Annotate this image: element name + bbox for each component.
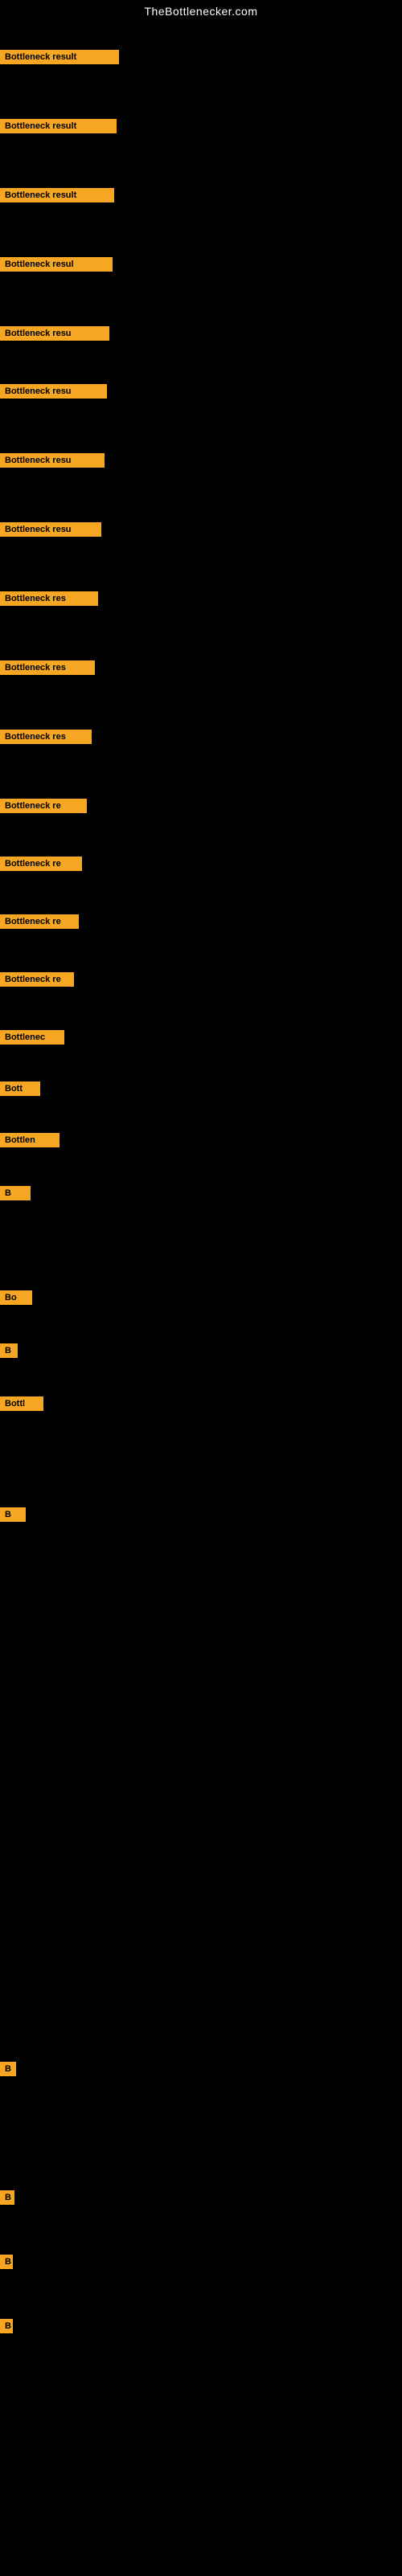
bottleneck-result-bar: B bbox=[0, 1343, 18, 1358]
bottleneck-result-bar: Bottleneck re bbox=[0, 972, 74, 987]
bottleneck-result-bar: Bottleneck res bbox=[0, 591, 98, 606]
site-title: TheBottlenecker.com bbox=[0, 0, 402, 21]
bottleneck-result-bar: Bottleneck resu bbox=[0, 326, 109, 341]
bottleneck-result-bar: Bottleneck resu bbox=[0, 453, 105, 468]
bottleneck-result-bar: B bbox=[0, 2319, 13, 2333]
bottleneck-result-bar: B bbox=[0, 2190, 14, 2205]
bottleneck-result-bar: Bottleneck re bbox=[0, 799, 87, 813]
bottleneck-result-bar: B bbox=[0, 2255, 13, 2269]
bottleneck-result-bar: Bottleneck re bbox=[0, 857, 82, 871]
bottleneck-result-bar: Bottl bbox=[0, 1396, 43, 1411]
bottleneck-result-bar: Bottleneck re bbox=[0, 914, 79, 929]
bottleneck-result-bar: Bottleneck res bbox=[0, 660, 95, 675]
bottleneck-result-bar: B bbox=[0, 1507, 26, 1522]
bottleneck-result-bar: Bottleneck res bbox=[0, 730, 92, 744]
bottleneck-result-bar: B bbox=[0, 1186, 31, 1200]
bottleneck-result-bar: Bottlen bbox=[0, 1133, 59, 1147]
bottleneck-result-bar: B bbox=[0, 2062, 16, 2076]
bottleneck-result-bar: Bott bbox=[0, 1082, 40, 1096]
bottleneck-result-bar: Bottleneck resu bbox=[0, 384, 107, 399]
bottleneck-result-bar: Bottleneck result bbox=[0, 119, 117, 133]
bottleneck-result-bar: Bo bbox=[0, 1290, 32, 1305]
bottleneck-result-bar: Bottleneck result bbox=[0, 188, 114, 202]
bottleneck-result-bar: Bottleneck result bbox=[0, 50, 119, 64]
bottleneck-result-bar: Bottleneck resul bbox=[0, 257, 113, 272]
bottleneck-result-bar: Bottlenec bbox=[0, 1030, 64, 1045]
bottleneck-result-bar: Bottleneck resu bbox=[0, 522, 101, 537]
